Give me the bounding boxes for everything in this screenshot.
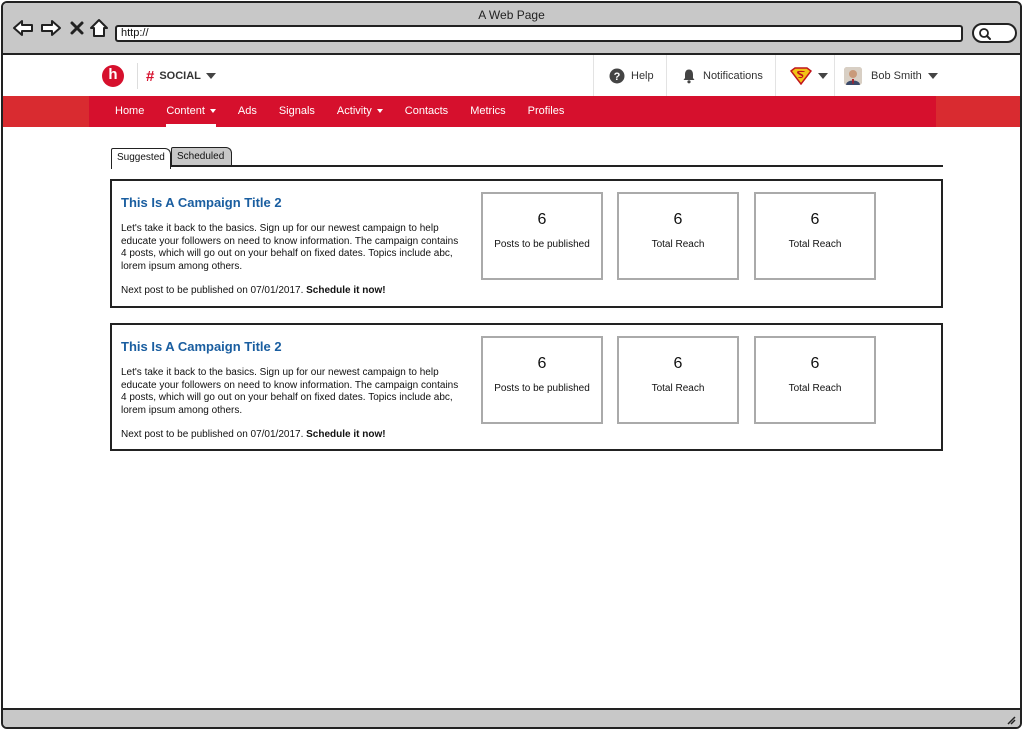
stat-value: 6 bbox=[673, 355, 683, 372]
stat-label: Total Reach bbox=[651, 383, 705, 394]
resize-grip-icon[interactable] bbox=[1004, 713, 1016, 725]
header-separator bbox=[666, 55, 667, 96]
stat-label: Total Reach bbox=[651, 239, 705, 250]
nav-item-contacts[interactable]: Contacts bbox=[405, 96, 448, 127]
nav-item-label: Contacts bbox=[404, 105, 449, 117]
caret-down-icon bbox=[376, 109, 383, 114]
header-separator bbox=[775, 55, 776, 96]
stat-value: 6 bbox=[537, 211, 547, 228]
stat-label: Total Reach bbox=[788, 383, 842, 394]
caret-down-icon bbox=[209, 109, 216, 114]
tab-scheduled[interactable]: Scheduled bbox=[171, 147, 232, 167]
browser-statusbar bbox=[3, 708, 1020, 727]
user-menu[interactable]: Bob Smith bbox=[844, 55, 938, 96]
help-label: Help bbox=[631, 69, 654, 82]
hashtag-icon: # bbox=[146, 67, 155, 85]
campaign-card: This Is A Campaign Title 2 Let's take it… bbox=[110, 179, 943, 308]
bell-icon bbox=[683, 69, 695, 83]
next-post-text: Next post to be published on 07/01/2017. bbox=[121, 429, 304, 440]
product-switcher[interactable]: # SOCIAL bbox=[146, 67, 216, 85]
user-name: Bob Smith bbox=[871, 69, 922, 82]
nav-item-content[interactable]: Content bbox=[166, 96, 216, 127]
chevron-down-icon bbox=[818, 72, 828, 79]
avatar bbox=[844, 66, 862, 85]
browser-window: A Web Page http:// h # SOCIAL ? Help Not… bbox=[1, 1, 1022, 729]
svg-text:?: ? bbox=[614, 71, 621, 83]
schedule-now-link[interactable]: Schedule it now! bbox=[306, 285, 385, 296]
header-separator bbox=[593, 55, 594, 96]
content-tabs: Suggested Scheduled bbox=[111, 146, 943, 169]
nav-item-profiles[interactable]: Profiles bbox=[528, 96, 565, 127]
superman-shield-icon bbox=[790, 66, 812, 85]
stat-box: 6 Total Reach bbox=[617, 192, 739, 280]
campaign-card: This Is A Campaign Title 2 Let's take it… bbox=[110, 323, 943, 451]
campaign-title[interactable]: This Is A Campaign Title 2 bbox=[121, 339, 282, 354]
next-post-info: Next post to be published on 07/01/2017.… bbox=[121, 429, 386, 440]
campaign-description: Let's take it back to the basics. Sign u… bbox=[121, 223, 459, 272]
tab-underline bbox=[111, 165, 943, 167]
header-divider bbox=[137, 63, 138, 89]
nav-item-label: Metrics bbox=[470, 105, 506, 117]
stat-box: 6 Total Reach bbox=[754, 336, 876, 424]
product-name: SOCIAL bbox=[159, 70, 201, 82]
stat-value: 6 bbox=[537, 355, 547, 372]
navbar-edge-left bbox=[3, 96, 89, 127]
nav-item-label: Signals bbox=[278, 105, 315, 117]
home-icon[interactable] bbox=[87, 16, 111, 40]
search-icon bbox=[979, 28, 991, 40]
next-post-text: Next post to be published on 07/01/2017. bbox=[121, 285, 304, 296]
app-header: h # SOCIAL ? Help Notifications Bob Smit… bbox=[3, 55, 1020, 96]
back-arrow-icon[interactable] bbox=[11, 16, 35, 40]
campaign-description: Let's take it back to the basics. Sign u… bbox=[121, 367, 459, 416]
close-x-icon[interactable] bbox=[65, 16, 89, 40]
browser-search-field[interactable] bbox=[972, 23, 1017, 43]
next-post-info: Next post to be published on 07/01/2017.… bbox=[121, 285, 386, 296]
nav-item-signals[interactable]: Signals bbox=[279, 96, 315, 127]
help-button[interactable]: ? Help bbox=[609, 55, 654, 96]
nav-item-label: Content bbox=[166, 105, 205, 117]
browser-titlebar: A Web Page http:// bbox=[3, 3, 1020, 55]
stat-box: 6 Posts to be published bbox=[481, 192, 603, 280]
stat-label: Posts to be published bbox=[494, 239, 590, 250]
header-separator bbox=[834, 55, 835, 96]
stat-value: 6 bbox=[673, 211, 683, 228]
main-navbar: Home Content Ads Signals Activity Contac… bbox=[3, 96, 1020, 127]
nav-item-label: Activity bbox=[336, 105, 372, 117]
account-switcher[interactable] bbox=[790, 55, 828, 96]
nav-item-home[interactable]: Home bbox=[115, 96, 144, 127]
tab-suggested[interactable]: Suggested bbox=[111, 148, 171, 169]
stat-value: 6 bbox=[810, 355, 820, 372]
stat-box: 6 Posts to be published bbox=[481, 336, 603, 424]
chevron-down-icon bbox=[927, 72, 938, 79]
nav-menu: Home Content Ads Signals Activity Contac… bbox=[115, 96, 586, 127]
notifications-button[interactable]: Notifications bbox=[681, 55, 763, 96]
stat-value: 6 bbox=[810, 211, 820, 228]
stat-box: 6 Total Reach bbox=[617, 336, 739, 424]
nav-item-metrics[interactable]: Metrics bbox=[470, 96, 505, 127]
campaign-title[interactable]: This Is A Campaign Title 2 bbox=[121, 195, 282, 210]
stat-box: 6 Total Reach bbox=[754, 192, 876, 280]
nav-item-label: Ads bbox=[237, 105, 257, 117]
stat-label: Posts to be published bbox=[494, 383, 590, 394]
stat-label: Total Reach bbox=[788, 239, 842, 250]
nav-item-label: Profiles bbox=[527, 105, 565, 117]
url-bar[interactable]: http:// bbox=[115, 25, 963, 42]
forward-arrow-icon[interactable] bbox=[39, 16, 63, 40]
browser-page-title: A Web Page bbox=[478, 8, 545, 22]
schedule-now-link[interactable]: Schedule it now! bbox=[306, 429, 385, 440]
notifications-label: Notifications bbox=[703, 69, 763, 82]
brand-logo[interactable]: h bbox=[102, 65, 124, 87]
nav-item-ads[interactable]: Ads bbox=[238, 96, 257, 127]
navbar-edge-right bbox=[936, 96, 1020, 127]
help-icon: ? bbox=[609, 68, 625, 83]
nav-item-activity[interactable]: Activity bbox=[337, 96, 383, 127]
chevron-down-icon bbox=[205, 73, 216, 79]
nav-item-label: Home bbox=[115, 105, 145, 117]
